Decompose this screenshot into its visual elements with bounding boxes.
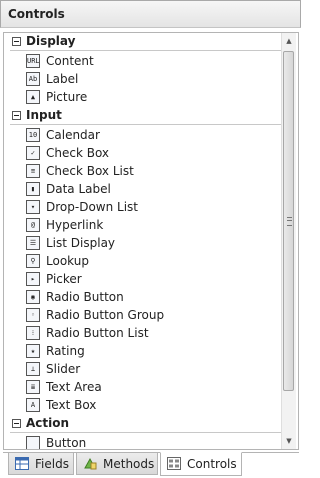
control-item-content[interactable]: URL Content [10, 53, 282, 71]
control-item-label: Picker [46, 272, 82, 286]
methods-icon [84, 457, 97, 470]
control-item-drop-down-list[interactable]: ▾ Drop-Down List [10, 199, 282, 217]
control-item-button[interactable]: Button [10, 435, 282, 450]
url-icon: URL [26, 54, 40, 68]
control-item-label: Drop-Down List [46, 200, 138, 214]
control-item-slider[interactable]: ⊥ Slider [10, 361, 282, 379]
lookup-icon: ⚲ [26, 254, 40, 268]
control-item-label: Radio Button List [46, 326, 149, 340]
picker-icon: ▸ [26, 272, 40, 286]
control-item-label: Rating [46, 344, 85, 358]
control-item-radio-button-group[interactable]: ◦ Radio Button Group [10, 307, 282, 325]
control-item-label: Button [46, 436, 87, 450]
control-item-label: Content [46, 54, 94, 68]
control-item-label: Radio Button [46, 290, 124, 304]
collapse-icon[interactable] [12, 419, 21, 428]
tab-controls[interactable]: Controls [160, 452, 242, 476]
grip-icon [287, 217, 292, 226]
scroll-up-arrow-icon[interactable]: ▲ [282, 34, 296, 48]
radio-list-icon: ⁝ [26, 326, 40, 340]
controls-list: Display URL Content Ab Label ▲ Picture Input 10 C… [10, 33, 282, 450]
panel-header: Controls [0, 0, 301, 28]
category-action[interactable]: Action [10, 415, 282, 433]
label-icon: Ab [26, 72, 40, 86]
category-display[interactable]: Display [10, 33, 282, 51]
category-input[interactable]: Input [10, 107, 282, 125]
radio-icon: ◉ [26, 290, 40, 304]
control-item-label: Data Label [46, 182, 111, 196]
tab-methods[interactable]: Methods [76, 453, 158, 475]
slider-icon: ⊥ [26, 362, 40, 376]
control-item-text-box[interactable]: A Text Box [10, 397, 282, 415]
textarea-icon: ≣ [26, 380, 40, 394]
control-item-check-box-list[interactable]: ≡ Check Box List [10, 163, 282, 181]
tab-label: Fields [35, 457, 69, 471]
category-label: Input [26, 108, 62, 122]
control-item-label: Text Box [46, 398, 97, 412]
star-icon: ★ [26, 344, 40, 358]
control-item-picture[interactable]: ▲ Picture [10, 89, 282, 107]
tab-fields[interactable]: Fields [8, 453, 74, 475]
dropdown-icon: ▾ [26, 200, 40, 214]
control-item-label: List Display [46, 236, 116, 250]
control-item-rating[interactable]: ★ Rating [10, 343, 282, 361]
control-item-data-label[interactable]: ▮ Data Label [10, 181, 282, 199]
control-item-label: Text Area [46, 380, 102, 394]
control-item-check-box[interactable]: ✓ Check Box [10, 145, 282, 163]
data-label-icon: ▮ [26, 182, 40, 196]
tab-label: Controls [187, 457, 237, 471]
control-item-label: Label [46, 72, 79, 86]
hyperlink-icon: @ [26, 218, 40, 232]
control-item-text-area[interactable]: ≣ Text Area [10, 379, 282, 397]
category-label: Display [26, 34, 76, 48]
control-item-label: Radio Button Group [46, 308, 165, 322]
picture-icon: ▲ [26, 90, 40, 104]
control-item-label: Hyperlink [46, 218, 104, 232]
tab-label: Methods [103, 457, 155, 471]
control-item-label: Picture [46, 90, 88, 104]
checkbox-icon: ✓ [26, 146, 40, 160]
button-icon [26, 436, 40, 449]
bottom-tabs: Fields Methods Controls [3, 452, 299, 477]
control-item-label: Check Box List [46, 164, 134, 178]
panel-title: Controls [8, 7, 65, 21]
list-display-icon: ☰ [26, 236, 40, 250]
control-item-lookup[interactable]: ⚲ Lookup [10, 253, 282, 271]
collapse-icon[interactable] [12, 37, 21, 46]
control-item-label[interactable]: Ab Label [10, 71, 282, 89]
control-item-radio-button-list[interactable]: ⁝ Radio Button List [10, 325, 282, 343]
calendar-icon: 10 [26, 128, 40, 142]
scroll-thumb[interactable] [283, 51, 294, 391]
control-item-label: Slider [46, 362, 81, 376]
control-item-hyperlink[interactable]: @ Hyperlink [10, 217, 282, 235]
scroll-down-arrow-icon[interactable]: ▼ [282, 434, 296, 448]
radio-group-icon: ◦ [26, 308, 40, 322]
controls-panel: Display URL Content Ab Label ▲ Picture Input 10 C… [3, 32, 299, 450]
collapse-icon[interactable] [12, 111, 21, 120]
control-item-label: Calendar [46, 128, 100, 142]
scrollbar[interactable]: ▲ ▼ [281, 33, 296, 449]
category-label: Action [26, 416, 70, 430]
control-item-calendar[interactable]: 10 Calendar [10, 127, 282, 145]
control-item-picker[interactable]: ▸ Picker [10, 271, 282, 289]
controls-icon [167, 457, 181, 470]
fields-icon [15, 457, 29, 470]
control-item-list-display[interactable]: ☰ List Display [10, 235, 282, 253]
checkbox-list-icon: ≡ [26, 164, 40, 178]
control-item-radio-button[interactable]: ◉ Radio Button [10, 289, 282, 307]
textbox-icon: A [26, 398, 40, 412]
control-item-label: Check Box [46, 146, 110, 160]
control-item-label: Lookup [46, 254, 89, 268]
